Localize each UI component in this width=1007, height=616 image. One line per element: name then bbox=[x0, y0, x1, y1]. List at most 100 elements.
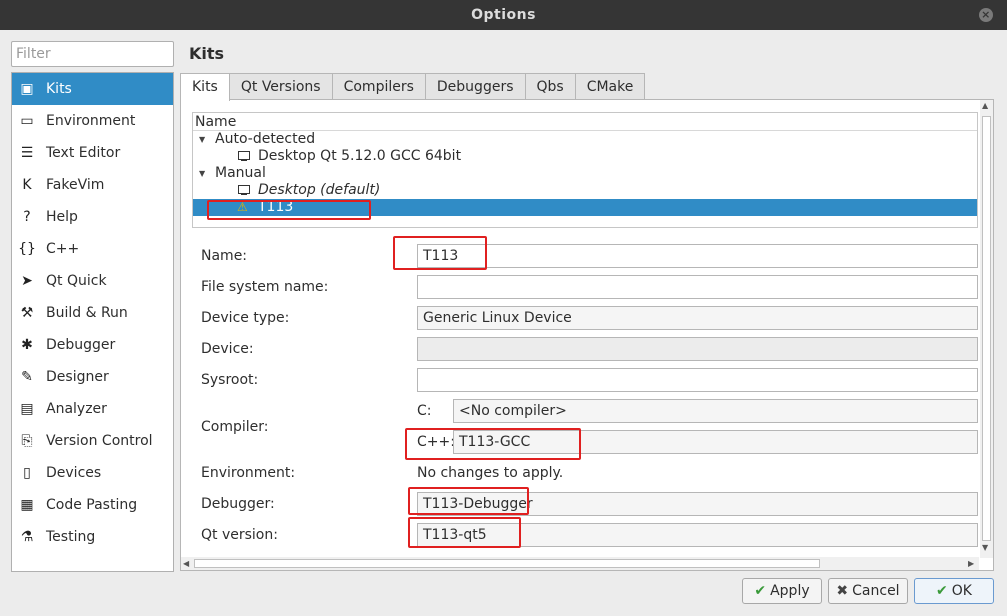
category-item-designer[interactable]: ✎ Designer bbox=[12, 361, 173, 393]
code-pasting-icon: ▦ bbox=[20, 497, 34, 513]
category-label: Testing bbox=[46, 529, 96, 545]
category-item-debugger[interactable]: ✱ Debugger bbox=[12, 329, 173, 361]
cancel-button-label: Cancel bbox=[852, 583, 900, 599]
category-label: Devices bbox=[46, 465, 102, 481]
check-icon: ✔ bbox=[754, 583, 767, 599]
qt-version-label: Qt version: bbox=[201, 527, 278, 543]
scroll-right-icon[interactable]: ▶ bbox=[968, 559, 974, 568]
tree-header-name[interactable]: Name bbox=[193, 113, 977, 131]
warning-icon: ⚠ bbox=[237, 200, 248, 214]
horizontal-scrollbar-thumb[interactable] bbox=[194, 559, 820, 568]
close-icon[interactable]: × bbox=[979, 8, 993, 22]
category-label: Debugger bbox=[46, 337, 116, 353]
scroll-up-icon[interactable]: ▲ bbox=[982, 101, 988, 110]
name-field[interactable]: T113 bbox=[417, 244, 978, 268]
apply-button[interactable]: ✔ Apply bbox=[742, 578, 822, 604]
debugger-label: Debugger: bbox=[201, 496, 275, 512]
tab-bar: Kits Qt Versions Compilers Debuggers Qbs… bbox=[180, 73, 646, 101]
sysroot-field[interactable] bbox=[417, 368, 978, 392]
tree-row-label: Desktop Qt 5.12.0 GCC 64bit bbox=[258, 148, 462, 164]
category-item-version-control[interactable]: ⎘ Version Control bbox=[12, 425, 173, 457]
tab-kits[interactable]: Kits bbox=[180, 73, 230, 101]
window-titlebar: Options × bbox=[0, 0, 1007, 30]
category-label: Qt Quick bbox=[46, 273, 107, 289]
qt-version-select[interactable]: T113-qt5 bbox=[417, 523, 978, 547]
vertical-scrollbar-thumb[interactable] bbox=[982, 116, 991, 541]
category-list: ▣ Kits ▭ Environment ☰ Text Editor K FakeVim ? He… bbox=[11, 72, 174, 572]
device-label: Device: bbox=[201, 341, 254, 357]
sysroot-label: Sysroot: bbox=[201, 372, 259, 388]
fs-name-field[interactable] bbox=[417, 275, 978, 299]
qt-quick-icon: ➤ bbox=[21, 273, 33, 289]
category-label: FakeVim bbox=[46, 177, 105, 193]
category-label: Text Editor bbox=[46, 145, 121, 161]
category-item-devices[interactable]: ▯ Devices bbox=[12, 457, 173, 489]
cpp-icon: {} bbox=[18, 241, 36, 257]
compiler-c-label: C: bbox=[417, 403, 432, 419]
tree-group-manual[interactable]: ▼ Manual bbox=[193, 165, 977, 182]
environment-label: Environment: bbox=[201, 465, 296, 481]
cancel-button[interactable]: ✖ Cancel bbox=[828, 578, 908, 604]
analyzer-icon: ▤ bbox=[20, 401, 34, 417]
device-select[interactable] bbox=[417, 337, 978, 361]
check-icon: ✔ bbox=[936, 583, 948, 599]
compiler-c-select[interactable]: <No compiler> bbox=[453, 399, 978, 423]
scroll-down-icon[interactable]: ▼ bbox=[982, 543, 988, 552]
category-item-kits[interactable]: ▣ Kits bbox=[12, 73, 173, 105]
category-label: Build & Run bbox=[46, 305, 128, 321]
ok-button[interactable]: ✔ OK bbox=[914, 578, 994, 604]
tree-item-t113[interactable]: ⚠ T113 bbox=[193, 199, 977, 216]
tab-qbs[interactable]: Qbs bbox=[524, 73, 576, 100]
pencil-icon: ✎ bbox=[21, 369, 33, 385]
tree-row-label: T113 bbox=[258, 199, 294, 215]
tree-row-label: Auto-detected bbox=[215, 131, 316, 147]
tree-item-desktop-qt[interactable]: Desktop Qt 5.12.0 GCC 64bit bbox=[193, 148, 977, 165]
category-label: Analyzer bbox=[46, 401, 107, 417]
expand-arrow-icon[interactable]: ▼ bbox=[199, 165, 209, 182]
compiler-cpp-select[interactable]: T113-GCC bbox=[453, 430, 978, 454]
category-label: Code Pasting bbox=[46, 497, 138, 513]
tree-row-label: Manual bbox=[215, 165, 266, 181]
category-item-environment[interactable]: ▭ Environment bbox=[12, 105, 173, 137]
category-item-analyzer[interactable]: ▤ Analyzer bbox=[12, 393, 173, 425]
category-label: C++ bbox=[46, 241, 80, 257]
device-type-select[interactable]: Generic Linux Device bbox=[417, 306, 978, 330]
tab-compilers[interactable]: Compilers bbox=[331, 73, 426, 100]
category-item-c[interactable]: {} C++ bbox=[12, 233, 173, 265]
expand-arrow-icon[interactable]: ▼ bbox=[199, 131, 209, 148]
environment-value: No changes to apply. bbox=[417, 465, 564, 481]
filter-input[interactable] bbox=[11, 41, 174, 67]
tree-group-auto-detected[interactable]: ▼ Auto-detected bbox=[193, 131, 977, 148]
monitor-icon bbox=[237, 151, 251, 162]
tab-debuggers[interactable]: Debuggers bbox=[424, 73, 526, 100]
category-label: Kits bbox=[46, 81, 72, 97]
tab-qt-versions[interactable]: Qt Versions bbox=[228, 73, 333, 100]
category-item-build-run[interactable]: ⚒ Build & Run bbox=[12, 297, 173, 329]
tab-cmake[interactable]: CMake bbox=[574, 73, 646, 100]
debugger-select[interactable]: T113-Debugger bbox=[417, 492, 978, 516]
category-item-fakevim[interactable]: K FakeVim bbox=[12, 169, 173, 201]
devices-icon: ▯ bbox=[23, 465, 31, 481]
category-item-help[interactable]: ? Help bbox=[12, 201, 173, 233]
window-title: Options bbox=[471, 7, 536, 23]
device-type-label: Device type: bbox=[201, 310, 290, 326]
monitor-icon bbox=[237, 185, 251, 196]
apply-button-label: Apply bbox=[770, 583, 810, 599]
hammer-icon: ⚒ bbox=[20, 305, 34, 321]
ok-button-label: OK bbox=[951, 583, 972, 599]
fs-name-label: File system name: bbox=[201, 279, 329, 295]
cancel-icon: ✖ bbox=[836, 583, 849, 599]
category-item-text-editor[interactable]: ☰ Text Editor bbox=[12, 137, 173, 169]
compiler-label: Compiler: bbox=[201, 419, 269, 435]
fakevim-icon: K bbox=[22, 177, 32, 193]
version-control-icon: ⎘ bbox=[21, 433, 33, 449]
tree-item-desktop-default[interactable]: Desktop (default) bbox=[193, 182, 977, 199]
category-item-testing[interactable]: ⚗ Testing bbox=[12, 521, 173, 553]
kit-tree: Name ▼ Auto-detected Desktop Qt 5.12.0 G… bbox=[192, 112, 978, 228]
category-label: Designer bbox=[46, 369, 109, 385]
category-item-qt-quick[interactable]: ➤ Qt Quick bbox=[12, 265, 173, 297]
scroll-left-icon[interactable]: ◀ bbox=[183, 559, 189, 568]
category-item-code-pasting[interactable]: ▦ Code Pasting bbox=[12, 489, 173, 521]
category-label: Help bbox=[46, 209, 78, 225]
tree-row-label: Desktop (default) bbox=[258, 182, 381, 198]
